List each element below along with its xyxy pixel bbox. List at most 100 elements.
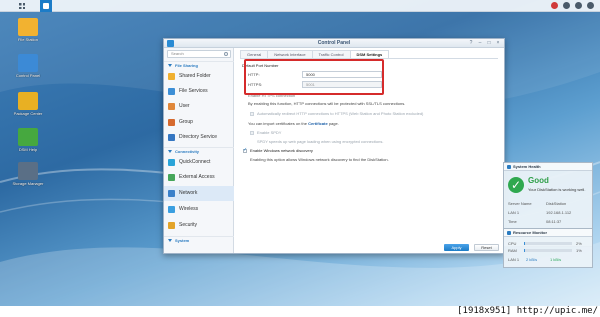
sidebar-item-label: Shared Folder [179, 73, 211, 79]
file-station-icon [18, 18, 38, 36]
sidebar-item-security[interactable]: Security [164, 218, 234, 233]
control-panel-icon[interactable] [40, 0, 52, 12]
cpu-bar [524, 242, 572, 245]
sidebar-item-file-services[interactable]: File Services [164, 84, 234, 99]
tab-general[interactable]: General [240, 50, 269, 58]
redirect-label: Automatically redirect HTTP connections … [257, 111, 424, 116]
desktop-icon-label: Package Center [13, 111, 43, 116]
sidebar-item-shared-folder[interactable]: Shared Folder [164, 69, 234, 84]
spdy-label: Enable SPDY [257, 130, 282, 135]
maximize-icon[interactable]: □ [486, 40, 492, 46]
title-bar[interactable]: Control Panel ? – □ × [164, 39, 504, 48]
health-row: Time 08:11:37 [508, 219, 590, 224]
check-icon: ✓ [508, 177, 524, 193]
system-health-title: System Health [504, 163, 592, 171]
tab-bar: General Network Interface Traffic Control D… [240, 50, 390, 58]
options-icon[interactable] [587, 2, 594, 9]
sidebar-item-network[interactable]: Network [164, 186, 234, 201]
health-status-sub: Your DiskStation is working well. [528, 187, 586, 192]
certificate-note: You can import certificates on the Certi… [248, 121, 339, 126]
sidebar-item-label: Wireless [179, 206, 199, 212]
window-footer: Apply Reset [234, 244, 504, 253]
discovery-checkbox[interactable] [243, 147, 247, 153]
discovery-description: Enabling this option allows Windows netw… [250, 157, 389, 162]
directory-service-icon [168, 134, 175, 141]
security-icon [168, 222, 175, 229]
storage-manager-icon [18, 162, 38, 180]
shared-folder-icon [168, 73, 175, 80]
dsm-help-icon [18, 128, 38, 146]
health-row: LAN 1 192.168.1.112 [508, 210, 590, 215]
minimize-icon[interactable]: – [477, 40, 483, 46]
lan-label: LAN 1 [508, 257, 520, 262]
ram-bar [524, 249, 572, 252]
health-row: Server Name DiskStation [508, 201, 590, 206]
sidebar-item-quickconnect[interactable]: QuickConnect [164, 155, 234, 170]
footer-bar: [1918x951] http://upic.me/ [0, 306, 600, 317]
system-tray [551, 2, 594, 9]
user-icon [168, 103, 175, 110]
sidebar-item-wireless[interactable]: Wireless [164, 202, 234, 217]
reset-button[interactable]: Reset [474, 244, 499, 251]
tab-network-interface[interactable]: Network Interface [267, 50, 313, 58]
file-services-icon [168, 88, 175, 95]
external-access-icon [168, 174, 175, 181]
health-row-value: 08:11:37 [546, 219, 562, 224]
desktop-icon-label: DSM Help [18, 147, 38, 152]
search-placeholder: Search [171, 51, 184, 56]
notification-icon[interactable] [551, 2, 558, 9]
cert-text-prefix: You can import certificates on the [248, 121, 307, 126]
sidebar-item-external-access[interactable]: External Access [164, 170, 234, 185]
grid-icon[interactable] [17, 1, 27, 11]
health-row-key: Server Name [508, 201, 532, 206]
sidebar-item-group[interactable]: Group [164, 115, 234, 130]
help-icon[interactable]: ? [468, 40, 474, 46]
ram-label: RAM [508, 248, 517, 253]
health-row-key: Time [508, 219, 517, 224]
sidebar-section[interactable]: System [164, 236, 234, 243]
desktop-icon-label: File Station [17, 37, 38, 42]
group-icon [168, 119, 175, 126]
tab-dsm-settings[interactable]: DSM Settings [349, 50, 390, 58]
network-icon [168, 190, 175, 197]
search-icon[interactable] [224, 52, 228, 56]
cpu-label: CPU [508, 241, 517, 246]
cert-text-suffix: page. [328, 121, 339, 126]
sidebar: Search File Sharing Shared Folder File Ser… [164, 48, 234, 253]
taskbar [0, 0, 600, 12]
discovery-label: Enable Windows network discovery [250, 148, 313, 153]
window-title: Control Panel [317, 40, 351, 46]
sidebar-item-label: Security [179, 222, 198, 228]
lan-upload: 2 kB/s [526, 257, 538, 262]
close-icon[interactable]: × [495, 40, 501, 46]
sidebar-item-user[interactable]: User [164, 99, 234, 114]
credit-text: [1918x951] http://upic.me/ [457, 306, 598, 316]
desktop-icon[interactable]: Package Center [8, 92, 48, 116]
sidebar-item-label: User [179, 103, 190, 109]
control-panel-icon [18, 54, 38, 72]
desktop-icon-label: Storage Manager [12, 181, 44, 186]
user-icon[interactable] [563, 2, 570, 9]
sidebar-section[interactable]: Connectivity [164, 147, 234, 154]
resource-monitor-widget: Resource Monitor CPU 2% RAM 1% LAN 1 2 k… [503, 228, 593, 268]
certificate-link[interactable]: Certificate [308, 121, 328, 126]
tab-traffic-control[interactable]: Traffic Control [311, 50, 351, 58]
search-icon[interactable] [575, 2, 582, 9]
redirect-checkbox[interactable] [250, 112, 254, 116]
desktop-icon[interactable]: File Station [8, 18, 48, 42]
sidebar-item-directory-service[interactable]: Directory Service [164, 130, 234, 145]
search-input[interactable]: Search [167, 50, 231, 58]
health-status: Good [528, 176, 549, 185]
apply-button[interactable]: Apply [444, 244, 469, 251]
red-highlight-box [244, 59, 384, 95]
desktop-icon[interactable]: Control Panel [8, 54, 48, 78]
cpu-value: 2% [576, 241, 582, 246]
wireless-icon [168, 206, 175, 213]
health-row-key: LAN 1 [508, 210, 520, 215]
https-description: By enabling this function, HTTP connecti… [248, 101, 406, 106]
desktop-icon[interactable]: DSM Help [8, 128, 48, 152]
desktop-icon[interactable]: Storage Manager [8, 162, 48, 186]
quickconnect-icon [168, 159, 175, 166]
spdy-checkbox[interactable] [250, 131, 254, 135]
sidebar-section[interactable]: File Sharing [164, 61, 234, 68]
